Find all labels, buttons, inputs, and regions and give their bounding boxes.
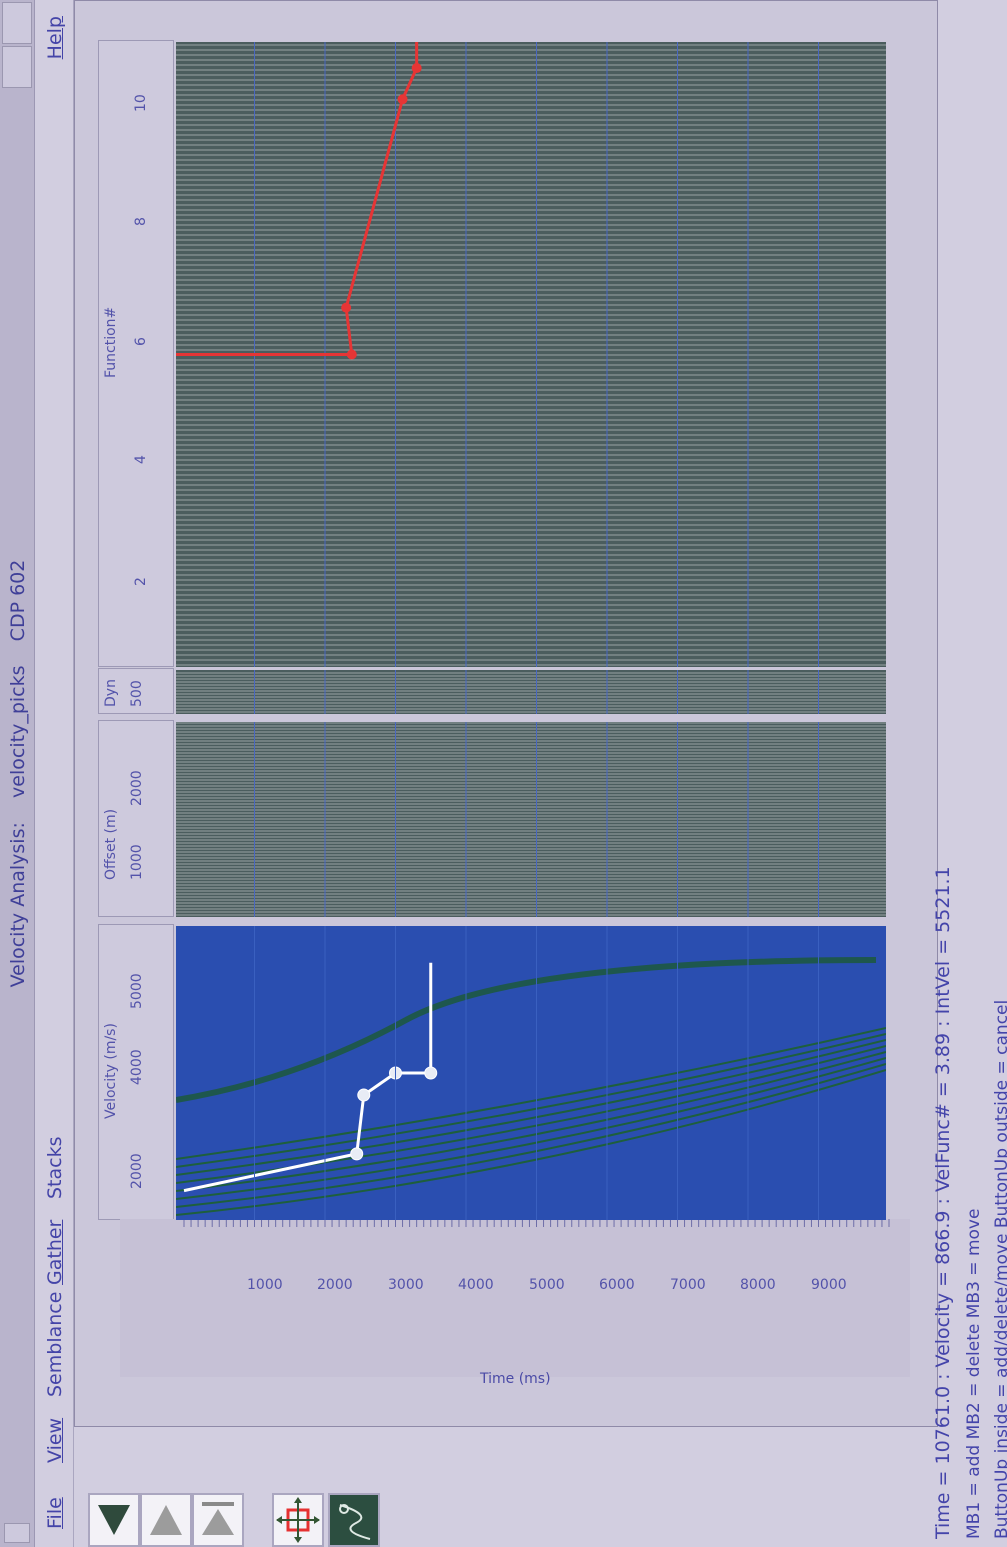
menu-help[interactable]: Help — [44, 16, 66, 59]
semblance-svg — [176, 926, 886, 1220]
maximize-button[interactable] — [2, 2, 32, 44]
velocity-axis-label: Velocity (m/s) — [103, 1023, 119, 1119]
gather-plot[interactable] — [176, 722, 886, 917]
velocity-analysis-window: Velocity Analysis: velocity_picks CDP 60… — [0, 0, 1007, 1547]
time-tick-label: 8000 — [740, 1277, 776, 1293]
minimize-button[interactable] — [2, 46, 32, 88]
gather-header: Offset (m) 1000 2000 — [98, 720, 174, 917]
step-down-last-tool[interactable] — [192, 1493, 244, 1547]
dyn-tick: 500 — [129, 680, 145, 707]
time-tick-label: 3000 — [387, 1277, 424, 1293]
function-tick: 4 — [133, 455, 149, 464]
velocity-tick: 5000 — [129, 973, 145, 1009]
function-tick: 6 — [133, 337, 149, 346]
function-axis-label: Function# — [103, 306, 119, 378]
menu-stacks[interactable]: Stacks — [44, 1136, 66, 1199]
time-tick-label: 1000 — [246, 1277, 283, 1293]
time-tick-label: 4000 — [458, 1277, 494, 1293]
velocity-pick-point — [357, 1088, 371, 1102]
function-tick: 2 — [133, 577, 149, 586]
offset-tick: 1000 — [129, 844, 145, 880]
velocity-tick: 2000 — [129, 1153, 145, 1189]
menu-file[interactable]: File — [44, 1497, 66, 1529]
offset-tick: 2000 — [129, 770, 145, 806]
time-axis-label: Time (ms) — [480, 1371, 551, 1387]
cursor-readout: Time = 10761.0 : Velocity = 866.9 : VelF… — [932, 866, 954, 1539]
velocity-tick: 4000 — [129, 1049, 145, 1085]
title-bar: Velocity Analysis: velocity_picks CDP 60… — [0, 0, 35, 1547]
time-tick-label: 7000 — [669, 1277, 706, 1293]
menu-semblance[interactable]: Semblance — [44, 1292, 66, 1397]
time-tick-label: 5000 — [528, 1277, 565, 1293]
title-prefix: Velocity Analysis: — [7, 822, 29, 988]
stacks-plot[interactable] — [176, 42, 886, 667]
window-title: Velocity Analysis: velocity_picks CDP 60… — [7, 0, 29, 1547]
triangle-up-icon — [98, 1505, 130, 1535]
step-up-tool[interactable] — [88, 1493, 140, 1547]
stack-pick-point — [397, 94, 408, 105]
stack-pick-point — [341, 302, 352, 313]
function-tick: 10 — [133, 94, 149, 112]
button-hint: ButtonUp inside = add/delete/move Button… — [992, 999, 1007, 1539]
triangle-down-icon — [150, 1505, 182, 1535]
title-cdp: CDP 602 — [7, 559, 29, 642]
dyn-axis-label: Dyn — [103, 679, 119, 707]
velocity-curve-icon — [339, 1504, 371, 1540]
semblance-contour — [176, 1039, 886, 1176]
stack-pick-point — [346, 349, 357, 360]
dyn-header: Dyn 500 — [98, 668, 174, 714]
velocity-tool[interactable] — [328, 1493, 380, 1547]
triangle-down-bar-icon — [202, 1502, 234, 1535]
menu-bar: File View Semblance Gather Stacks Help — [35, 0, 74, 1547]
gather-svg — [176, 722, 886, 917]
status-area: Time = 10761.0 : Velocity = 866.9 : VelF… — [932, 0, 1007, 1547]
menu-gather[interactable]: Gather — [44, 1220, 66, 1285]
time-axis: Time (ms) 1000 2000 3000 4000 5000 6000 7000 80… — [120, 1219, 910, 1387]
semblance-contour — [176, 957, 877, 1103]
time-tick-label: 6000 — [599, 1277, 635, 1293]
tool-palette — [74, 1432, 936, 1547]
stacks-svg — [176, 42, 886, 667]
dyn-plot[interactable] — [176, 670, 886, 714]
semblance-plot[interactable] — [176, 926, 886, 1220]
time-tick-label: 2000 — [317, 1277, 353, 1293]
time-tick-label: 9000 — [810, 1277, 847, 1293]
menu-view[interactable]: View — [44, 1418, 66, 1463]
velocity-header: Velocity (m/s) 2000 4000 5000 — [98, 924, 174, 1220]
velocity-pick-point — [350, 1147, 364, 1161]
stack-pick-line — [344, 67, 419, 355]
stacks-header: Function# 2 4 6 8 10 — [98, 40, 174, 667]
velocity-pick-point — [424, 1066, 438, 1080]
function-tick: 8 — [133, 217, 149, 226]
step-down-tool[interactable] — [140, 1493, 192, 1547]
title-file: velocity_picks — [7, 665, 29, 798]
time-axis-svg — [120, 1219, 910, 1377]
stack-pick-point — [411, 63, 422, 74]
dyn-svg — [176, 670, 886, 714]
move-cursor-icon — [276, 1497, 320, 1543]
mouse-hint: MB1 = add MB2 = delete MB3 = move — [964, 1208, 984, 1539]
move-tool[interactable] — [272, 1493, 324, 1547]
offset-axis-label: Offset (m) — [103, 808, 119, 880]
